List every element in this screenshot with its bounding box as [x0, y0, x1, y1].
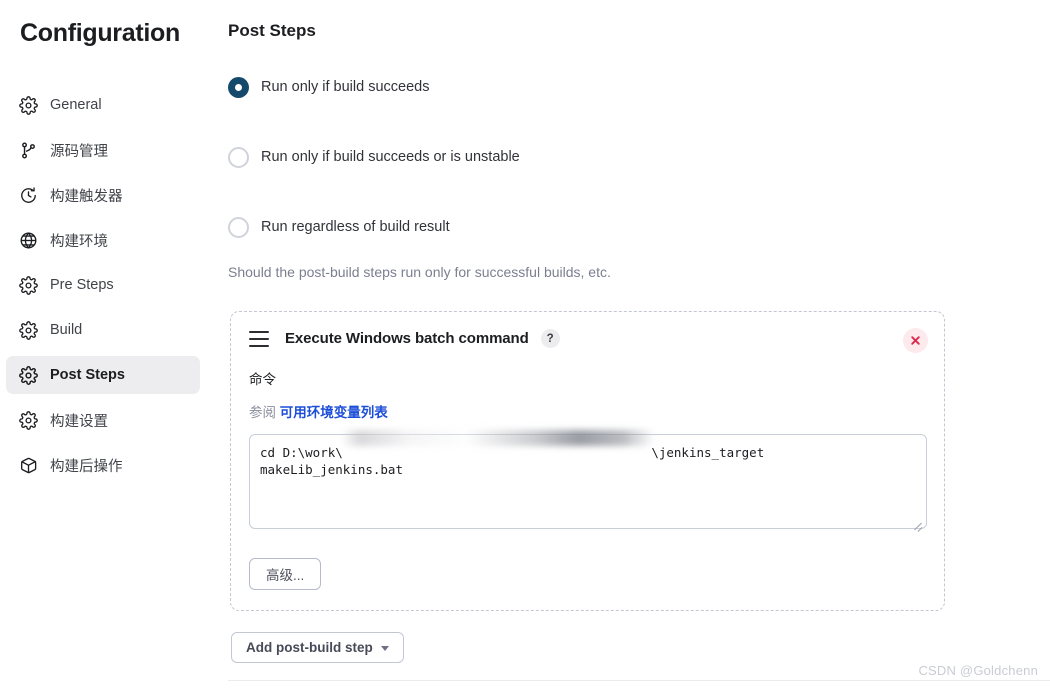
help-icon[interactable]: ?	[540, 329, 560, 348]
chevron-down-icon	[380, 645, 389, 651]
package-icon	[18, 455, 38, 475]
post-steps-help-text: Should the post-build steps run only for…	[228, 264, 611, 280]
build-step-header: Execute Windows batch command ?	[249, 328, 928, 353]
radio-run-only-if-build-succeeds-or-unstable[interactable]: Run only if build succeeds or is unstabl…	[228, 144, 1030, 170]
hint-prefix-text: 参阅	[249, 405, 276, 420]
sidebar-item-label: 构建环境	[50, 233, 108, 250]
sidebar-item-label: 构建后操作	[50, 458, 123, 475]
sidebar: Configuration General 源码管理 构建触发器 构建环境 Pr…	[0, 0, 210, 693]
sidebar-item-build-triggers[interactable]: 构建触发器	[6, 176, 200, 214]
gear-icon	[18, 320, 38, 340]
radio-run-regardless-of-build-result[interactable]: Run regardless of build result	[228, 214, 1030, 240]
post-steps-condition-radio-group: Run only if build succeeds Run only if b…	[228, 74, 1030, 240]
watermark: CSDN @Goldchenn	[918, 663, 1038, 678]
add-post-build-step-label: Add post-build step	[246, 640, 373, 655]
sidebar-item-build[interactable]: Build	[6, 311, 200, 349]
add-post-build-step-button[interactable]: Add post-build step	[231, 632, 404, 663]
sidebar-item-label: 构建设置	[50, 413, 108, 430]
sidebar-item-label: General	[50, 97, 102, 113]
radio-indicator[interactable]	[228, 216, 249, 238]
command-textarea-wrapper	[249, 421, 927, 534]
gear-icon	[18, 365, 38, 385]
sidebar-item-source-code-management[interactable]: 源码管理	[6, 131, 200, 169]
env-variables-hint: 参阅 可用环境变量列表	[249, 401, 926, 421]
radio-indicator[interactable]	[228, 146, 249, 168]
bottom-divider	[228, 679, 1050, 681]
build-step-title: Execute Windows batch command	[285, 330, 529, 347]
clock-icon	[18, 185, 38, 205]
configuration-page: Configuration General 源码管理 构建触发器 构建环境 Pr…	[0, 0, 1050, 693]
globe-icon	[18, 230, 38, 250]
section-title: Post Steps	[228, 21, 316, 40]
sidebar-item-label: 源码管理	[50, 143, 108, 160]
sidebar-item-build-environment[interactable]: 构建环境	[6, 221, 200, 259]
sidebar-nav: General 源码管理 构建触发器 构建环境 Pre Steps Build …	[0, 86, 210, 484]
env-variables-link[interactable]: 可用环境变量列表	[280, 405, 388, 420]
radio-run-only-if-build-succeeds[interactable]: Run only if build succeeds	[228, 74, 1030, 100]
gear-icon	[18, 275, 38, 295]
radio-indicator[interactable]	[228, 76, 249, 98]
radio-label: Run only if build succeeds	[261, 79, 430, 95]
gear-icon	[18, 95, 38, 115]
sidebar-item-label: Pre Steps	[50, 277, 114, 293]
sidebar-item-label: 构建触发器	[50, 188, 123, 205]
sidebar-item-label: Build	[50, 322, 83, 338]
sidebar-item-post-build-actions[interactable]: 构建后操作	[6, 446, 200, 484]
sidebar-item-label: Post Steps	[50, 367, 125, 383]
main-content: Post Steps Run only if build succeeds Ru…	[210, 0, 1050, 693]
gear-icon	[18, 410, 38, 430]
branch-icon	[18, 140, 38, 160]
drag-handle-icon[interactable]	[249, 330, 269, 347]
sidebar-item-build-settings[interactable]: 构建设置	[6, 401, 200, 439]
sidebar-item-pre-steps[interactable]: Pre Steps	[6, 266, 200, 304]
radio-label: Run only if build succeeds or is unstabl…	[261, 149, 520, 165]
sidebar-item-post-steps[interactable]: Post Steps	[6, 356, 200, 394]
radio-label: Run regardless of build result	[261, 219, 450, 235]
page-title: Configuration	[20, 19, 180, 47]
advanced-button[interactable]: 高级...	[249, 558, 322, 590]
sidebar-item-general[interactable]: General	[6, 86, 200, 124]
command-field-label: 命令	[249, 372, 276, 387]
build-step-panel: Execute Windows batch command ? 命令 参阅 可用…	[230, 311, 945, 611]
close-icon[interactable]	[903, 328, 928, 353]
command-input[interactable]	[249, 434, 927, 529]
